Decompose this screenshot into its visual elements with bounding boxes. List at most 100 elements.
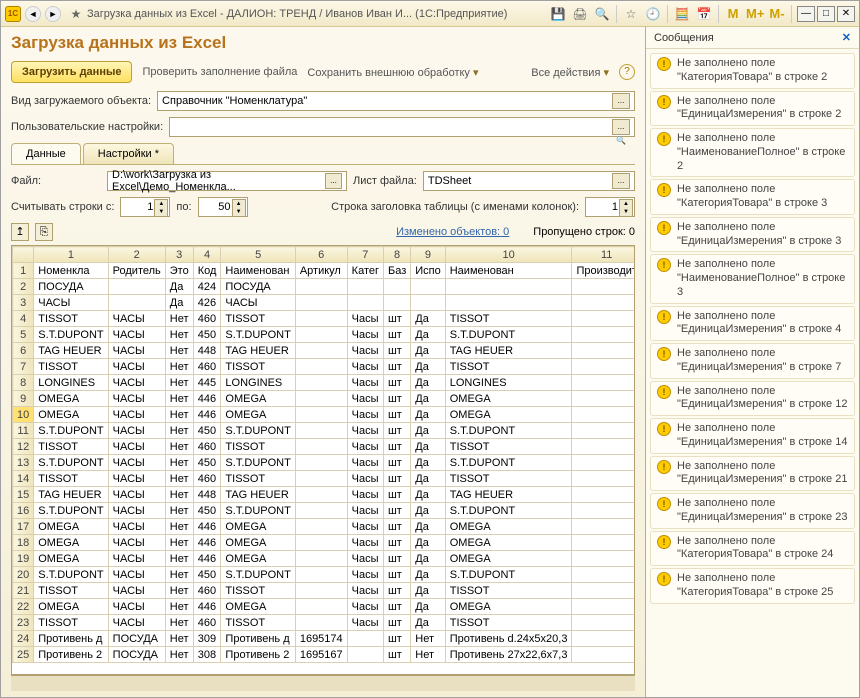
grid-row-header[interactable]: 7 — [13, 359, 34, 375]
grid-cell[interactable]: шт — [383, 471, 410, 487]
grid-cell[interactable]: Да — [411, 455, 445, 471]
grid-row-header[interactable]: 1 — [13, 263, 34, 279]
grid-cell[interactable]: Да — [411, 551, 445, 567]
grid-cell[interactable]: S.T.DUPONT — [34, 455, 108, 471]
grid-cell[interactable]: TISSOT — [445, 359, 572, 375]
grid-cell[interactable]: Часы — [347, 375, 383, 391]
grid-cell[interactable]: ЧАСЫ — [108, 487, 165, 503]
grid-cell[interactable]: Да — [411, 503, 445, 519]
grid-cell[interactable]: Часы — [347, 583, 383, 599]
help-icon[interactable]: ? — [619, 64, 635, 80]
grid-cell[interactable]: LONGINES — [221, 375, 295, 391]
grid-col-num[interactable]: 3 — [165, 247, 193, 263]
grid-cell[interactable]: OMEGA — [34, 551, 108, 567]
grid-cell[interactable]: Часы — [347, 487, 383, 503]
grid-cell[interactable]: OMEGA — [445, 519, 572, 535]
grid-cell[interactable]: Да — [411, 599, 445, 615]
grid-cell[interactable]: Да — [411, 519, 445, 535]
grid-cell[interactable] — [572, 487, 635, 503]
grid-cell[interactable]: Нет — [165, 599, 193, 615]
grid-cell[interactable]: OMEGA — [221, 391, 295, 407]
grid-tool-up-icon[interactable]: ↥ — [11, 223, 29, 241]
grid-cell[interactable]: 446 — [193, 407, 221, 423]
grid-cell[interactable]: Часы — [347, 567, 383, 583]
horizontal-scrollbar[interactable] — [11, 675, 635, 691]
grid-cell[interactable]: OMEGA — [445, 551, 572, 567]
maximize-button[interactable]: □ — [817, 6, 835, 22]
grid-cell[interactable]: 446 — [193, 535, 221, 551]
grid-cell[interactable]: 446 — [193, 551, 221, 567]
grid-cell[interactable]: Да — [411, 311, 445, 327]
grid-row-header[interactable]: 9 — [13, 391, 34, 407]
grid-cell[interactable]: TISSOT — [221, 439, 295, 455]
grid-col-num[interactable]: 1 — [34, 247, 108, 263]
grid-cell[interactable] — [572, 535, 635, 551]
grid-cell[interactable]: Нет — [165, 647, 193, 663]
grid-cell[interactable] — [572, 567, 635, 583]
calculator-icon[interactable]: 🧮 — [673, 5, 691, 23]
grid-cell[interactable]: шт — [383, 391, 410, 407]
grid-cell[interactable]: ЧАСЫ — [108, 391, 165, 407]
grid-cell[interactable]: ЧАСЫ — [221, 295, 295, 311]
grid-cell[interactable] — [572, 311, 635, 327]
grid-cell[interactable]: Часы — [347, 519, 383, 535]
grid-cell[interactable]: Часы — [347, 423, 383, 439]
grid-cell[interactable] — [295, 327, 347, 343]
grid-cell[interactable] — [572, 647, 635, 663]
grid-cell[interactable] — [572, 551, 635, 567]
grid-cell[interactable]: OMEGA — [221, 535, 295, 551]
grid-cell[interactable]: ЧАСЫ — [108, 439, 165, 455]
grid-row-header[interactable]: 11 — [13, 423, 34, 439]
grid-cell[interactable]: S.T.DUPONT — [221, 423, 295, 439]
grid-cell[interactable] — [295, 503, 347, 519]
grid-cell[interactable]: Нет — [165, 327, 193, 343]
print-icon[interactable]: 🖨 — [571, 5, 589, 23]
grid-cell[interactable]: Да — [411, 615, 445, 631]
grid-cell[interactable]: 460 — [193, 583, 221, 599]
grid-cell[interactable]: ЧАСЫ — [108, 359, 165, 375]
grid-cell[interactable]: OMEGA — [34, 599, 108, 615]
grid-cell[interactable] — [295, 375, 347, 391]
grid-cell[interactable]: S.T.DUPONT — [34, 503, 108, 519]
grid-cell[interactable]: ЧАСЫ — [108, 311, 165, 327]
grid-header-cell[interactable]: Артикул — [295, 263, 347, 279]
grid-cell[interactable] — [295, 519, 347, 535]
grid-cell[interactable]: OMEGA — [34, 535, 108, 551]
grid-cell[interactable]: TISSOT — [34, 615, 108, 631]
grid-cell[interactable]: OMEGA — [445, 599, 572, 615]
grid-cell[interactable]: Часы — [347, 311, 383, 327]
grid-header-cell[interactable]: Это — [165, 263, 193, 279]
grid-cell[interactable]: 460 — [193, 439, 221, 455]
grid-cell[interactable]: Нет — [165, 487, 193, 503]
grid-cell[interactable] — [295, 567, 347, 583]
grid-cell[interactable] — [295, 471, 347, 487]
grid-cell[interactable]: S.T.DUPONT — [445, 423, 572, 439]
grid-cell[interactable]: Часы — [347, 439, 383, 455]
nav-back-button[interactable]: ◄ — [25, 6, 41, 22]
grid-cell[interactable]: шт — [383, 615, 410, 631]
grid-cell[interactable]: S.T.DUPONT — [221, 327, 295, 343]
grid-cell[interactable]: шт — [383, 311, 410, 327]
grid-cell[interactable]: шт — [383, 455, 410, 471]
grid-cell[interactable]: TISSOT — [221, 359, 295, 375]
grid-row-header[interactable]: 25 — [13, 647, 34, 663]
file-input[interactable]: D:\work\Загрузка из Excel\Демо_Номенкла.… — [107, 171, 347, 191]
grid-cell[interactable] — [572, 279, 635, 295]
grid-cell[interactable]: шт — [383, 375, 410, 391]
grid-cell[interactable]: Да — [411, 439, 445, 455]
grid-cell[interactable]: 446 — [193, 519, 221, 535]
grid-col-num[interactable]: 9 — [411, 247, 445, 263]
grid-cell[interactable]: Часы — [347, 599, 383, 615]
grid-cell[interactable]: Да — [411, 391, 445, 407]
grid-cell[interactable]: Часы — [347, 327, 383, 343]
message-item[interactable]: !Не заполнено поле "НаименованиеПолное" … — [650, 254, 855, 303]
grid-cell[interactable]: OMEGA — [34, 519, 108, 535]
grid-cell[interactable]: Нет — [165, 519, 193, 535]
grid-cell[interactable] — [445, 295, 572, 311]
grid-cell[interactable]: шт — [383, 407, 410, 423]
grid-header-cell[interactable]: Номенкла — [34, 263, 108, 279]
grid-row-header[interactable]: 2 — [13, 279, 34, 295]
user-settings-picker-button[interactable]: ...🔍 — [612, 119, 630, 135]
object-type-input[interactable]: Справочник "Номенклатура" ... — [157, 91, 635, 111]
preview-icon[interactable]: 🔍 — [593, 5, 611, 23]
